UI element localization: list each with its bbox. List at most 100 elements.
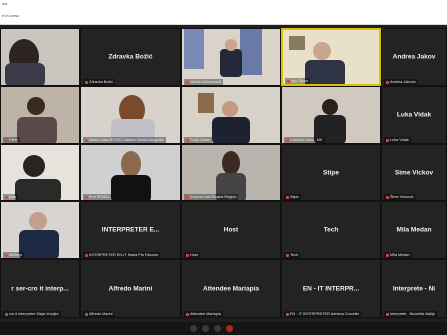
- participant-tile[interactable]: Tech Tech: [281, 201, 381, 259]
- muted-mic-icon: [186, 312, 189, 316]
- participant-label: INTERPRETER EN-IT Maria Pia Falcone: [83, 252, 161, 258]
- participant-label-text: INTERPRETER EN-IT Maria Pia Falcone: [89, 253, 159, 257]
- participant-label: EN - IT INTERPRETER Adriana Crocetto: [284, 311, 362, 317]
- participant-label-text: Andrea Jakovic: [390, 80, 416, 84]
- participant-label: Frapi Orban: [184, 137, 213, 143]
- camera-button[interactable]: [202, 325, 209, 332]
- muted-mic-icon: [186, 80, 189, 84]
- participant-video: [1, 87, 79, 143]
- participant-name: Host: [223, 226, 239, 234]
- participant-name: Mila Medan: [396, 226, 432, 234]
- window-titlebar: ms e in corso: [0, 0, 447, 25]
- participant-label-text: Carmela Urso - MK: [290, 138, 323, 142]
- participant-tile[interactable]: [0, 28, 80, 86]
- participant-label-text: luka: [9, 195, 16, 199]
- participant-label: Fehir: [3, 137, 20, 143]
- participant-tile[interactable]: Mila Medan Mila Medan: [381, 201, 447, 259]
- muted-mic-icon: [286, 195, 289, 199]
- share-button[interactable]: [214, 325, 221, 332]
- participant-tile[interactable]: EN - IT INTERPR... EN - IT INTERPRETER Ad…: [281, 259, 381, 318]
- participant-video: [1, 202, 79, 258]
- participant-label-text: Luka Vidak: [390, 138, 409, 142]
- participant-tile[interactable]: Maria Luisa ROSSI, Adriano Scola Zangoli…: [80, 86, 181, 144]
- participant-tile[interactable]: Stipe Stipe: [281, 144, 381, 201]
- participant-label-text: Tech: [290, 253, 299, 257]
- participant-label: Alfredo Marini: [83, 311, 115, 317]
- participant-grid: Zdravka Božić Zdravka Božić Nikola Dobrosl…: [0, 28, 447, 318]
- participant-label-text: Maria Luisa ROSSI, Adriano Scola Zangoli…: [89, 138, 164, 142]
- participant-tile[interactable]: Interprete - Ni Interprete - Nicoletta Ba…: [381, 259, 447, 318]
- participant-name: r ser-cro it interp...: [11, 285, 69, 292]
- participant-label: cro it interpreter Maja Vranjko: [3, 311, 61, 317]
- participant-tile[interactable]: ego Zippo: [281, 28, 381, 86]
- muted-mic-icon: [386, 138, 389, 142]
- participant-video: [81, 87, 180, 143]
- muted-mic-icon: [286, 138, 289, 142]
- participant-label: Maria Luisa ROSSI, Adriano Scola Zangoli…: [83, 137, 166, 143]
- video-figure: [289, 36, 305, 50]
- participant-tile[interactable]: Frapi Orban: [181, 86, 281, 144]
- participant-label-text: Mila Medan: [390, 253, 410, 257]
- participant-tile[interactable]: Andrea Jakov Andrea Jakovic: [381, 28, 447, 86]
- muted-mic-icon: [286, 253, 289, 257]
- participant-label-text: Alfredo Marini: [89, 312, 113, 316]
- muted-mic-icon: [85, 253, 88, 257]
- participant-tile[interactable]: Zdravka Božić Zdravka Božić: [80, 28, 181, 86]
- video-figure: [322, 99, 338, 115]
- participant-label: Andrea Jakovic: [384, 79, 418, 85]
- muted-mic-icon: [287, 79, 290, 83]
- participant-label: Šime Vicković: [384, 194, 416, 200]
- mic-button[interactable]: [190, 325, 197, 332]
- muted-mic-icon: [85, 138, 88, 142]
- participant-tile[interactable]: Carmela Urso - MK: [281, 86, 381, 144]
- video-figure: [305, 60, 345, 84]
- participant-video: [182, 145, 280, 200]
- participant-label: Attendee Mariapia: [184, 311, 223, 317]
- participant-tile[interactable]: Emjona Hali Ricana Region: [181, 144, 281, 201]
- participant-label: Luka Vidak: [384, 137, 411, 143]
- participant-tile[interactable]: Erni SEMAL: [80, 144, 181, 201]
- participant-label-text: Erni SEMAL: [89, 195, 110, 199]
- participant-tile[interactable]: Attendee Mariapia Attendee Mariapia: [181, 259, 281, 318]
- muted-mic-icon: [386, 253, 389, 257]
- participant-label: Stipe: [284, 194, 301, 200]
- video-figure: [27, 97, 45, 115]
- participant-tile[interactable]: r ser-cro it interp... cro it interpreter…: [0, 259, 80, 318]
- participant-tile[interactable]: Fehir: [0, 86, 80, 144]
- participant-name: Attendee Mariapia: [203, 285, 259, 292]
- participant-tile[interactable]: INTERPRETER E... INTERPRETER EN-IT Maria …: [80, 201, 181, 259]
- participant-label-text: Frapi Orban: [190, 138, 211, 142]
- video-figure: [5, 63, 45, 85]
- participant-tile[interactable]: Luka Vidak Luka Vidak: [381, 86, 447, 144]
- participant-tile[interactable]: Alfredo Marini Alfredo Marini: [80, 259, 181, 318]
- participant-tile[interactable]: Imiliano: [0, 201, 80, 259]
- participant-tile[interactable]: luka: [0, 144, 80, 201]
- participant-label: Mila Medan: [384, 252, 412, 258]
- video-figure: [240, 29, 262, 75]
- participant-name: Šime Vickov: [394, 169, 434, 176]
- muted-mic-icon: [286, 312, 289, 316]
- meeting-controls-bar: [0, 322, 447, 335]
- muted-mic-icon: [85, 80, 88, 84]
- muted-mic-icon: [85, 195, 88, 199]
- participant-name: Alfredo Marini: [108, 285, 153, 292]
- participant-label-text: cro it interpreter Maja Vranjko: [9, 312, 59, 316]
- participant-label-text: Emjona Hali Ricana Region: [190, 195, 237, 199]
- muted-mic-icon: [186, 138, 189, 142]
- participant-tile[interactable]: Nikola Dobroslavić: [181, 28, 281, 86]
- participant-video: [182, 29, 280, 85]
- participant-video: [1, 29, 79, 85]
- participant-tile[interactable]: Šime Vickov Šime Vicković: [381, 144, 447, 201]
- participant-label: Zdravka Božić: [83, 79, 116, 85]
- participant-name: EN - IT INTERPR...: [302, 285, 360, 292]
- video-figure: [222, 151, 240, 175]
- leave-button[interactable]: [226, 325, 233, 332]
- video-figure: [111, 175, 151, 200]
- video-figure: [15, 179, 61, 200]
- participant-label-text: Imiliano: [9, 253, 23, 257]
- participant-label: Carmela Urso - MK: [284, 137, 325, 143]
- participant-tile[interactable]: Host Host: [181, 201, 281, 259]
- participant-name: Tech: [323, 226, 339, 234]
- participant-name: Interprete - Ni: [392, 285, 436, 292]
- participant-label-text: Stipe: [290, 195, 299, 199]
